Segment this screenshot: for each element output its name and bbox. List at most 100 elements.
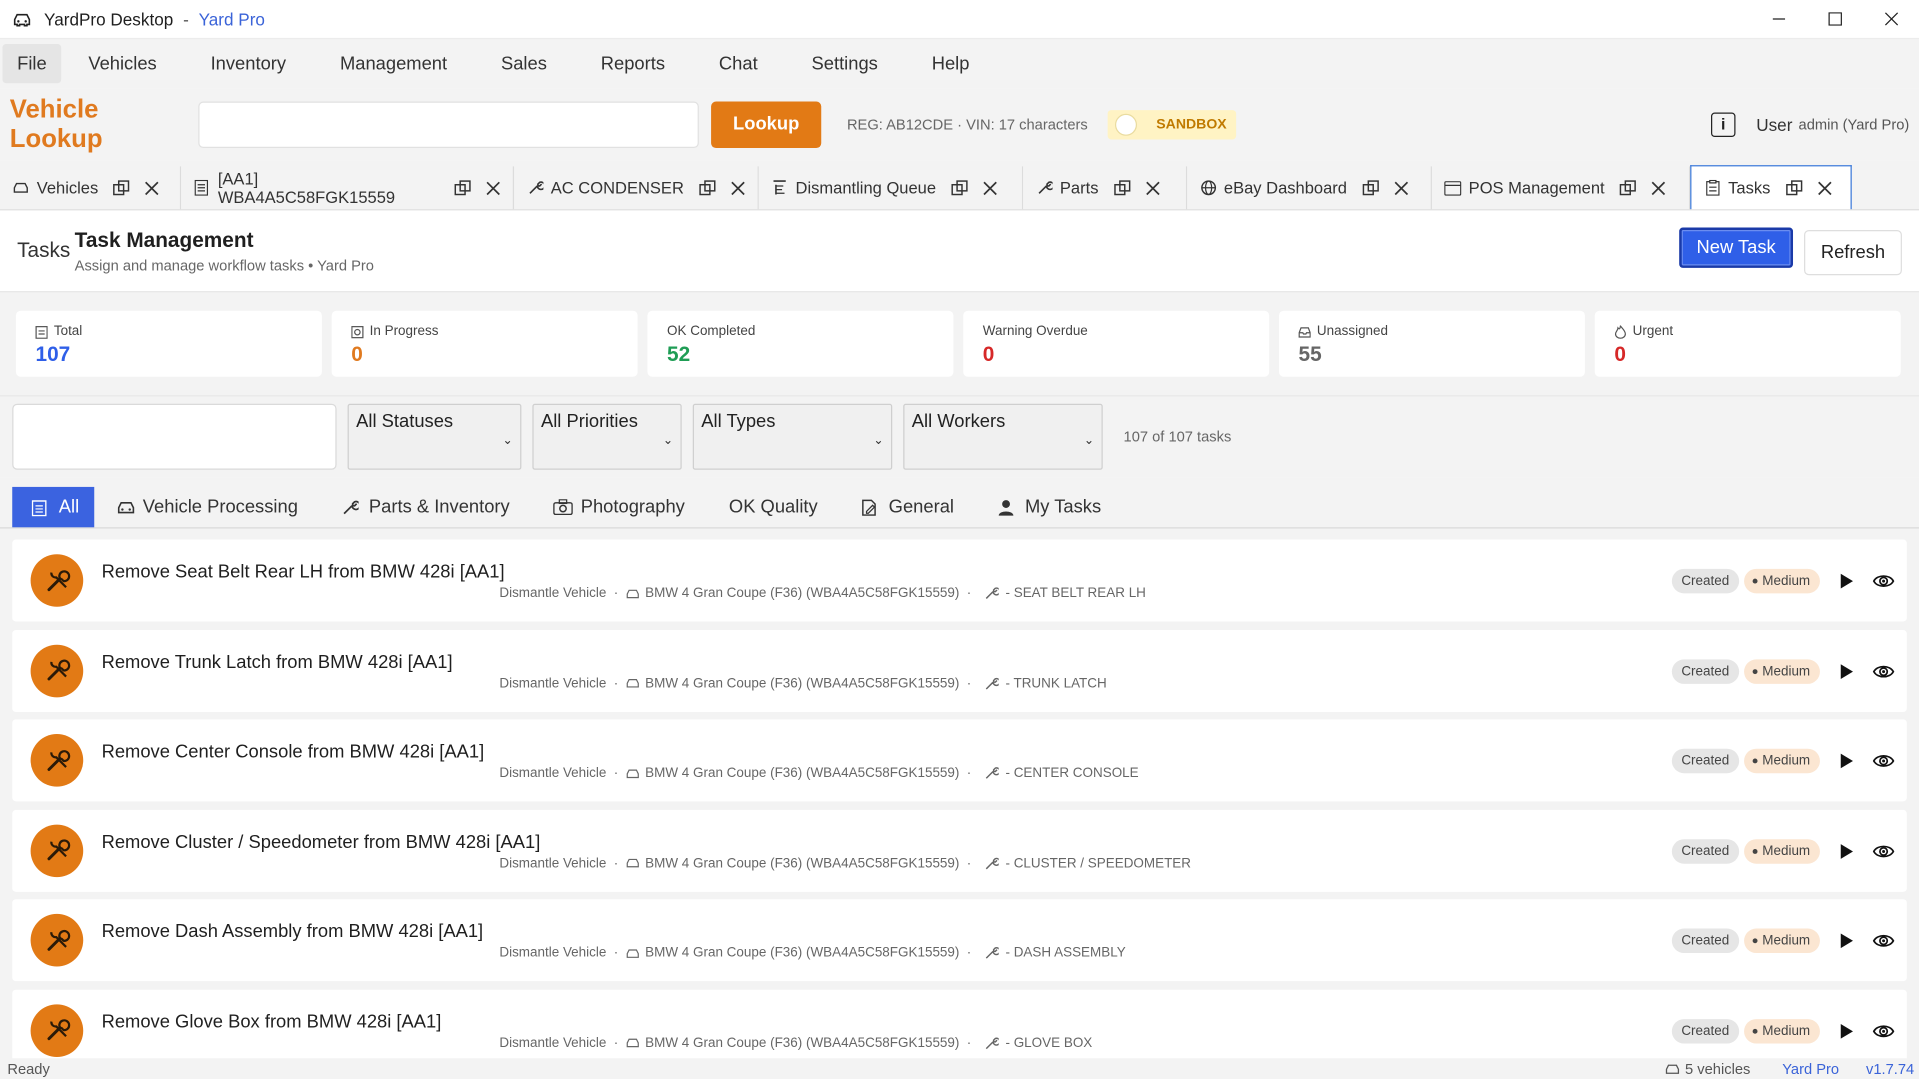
eye-icon[interactable]: [1872, 663, 1895, 680]
task-row[interactable]: Remove Glove Box from BMW 428i [AA1] Dis…: [12, 989, 1907, 1062]
sandbox-toggle[interactable]: SANDBOX: [1107, 109, 1237, 139]
menu-inventory[interactable]: Inventory: [184, 44, 313, 83]
tab-label: Tasks: [1728, 178, 1771, 197]
task-row[interactable]: Remove Seat Belt Rear LH from BMW 428i […: [12, 539, 1907, 622]
priority-filter[interactable]: All Priorities ⌄: [532, 403, 682, 470]
close-icon[interactable]: [486, 180, 501, 195]
task-search-input[interactable]: [12, 403, 337, 470]
task-title: Remove Trunk Latch from BMW 428i [AA1]: [101, 651, 453, 673]
task-row[interactable]: Remove Dash Assembly from BMW 428i [AA1]…: [12, 899, 1907, 982]
menu-management[interactable]: Management: [313, 44, 474, 83]
task-actions: Created Medium: [1671, 658, 1895, 684]
status-badge: Created: [1671, 929, 1740, 954]
copy-icon[interactable]: [113, 179, 130, 196]
menu-settings[interactable]: Settings: [785, 44, 905, 83]
type-filter[interactable]: All Types ⌄: [692, 403, 893, 470]
close-icon[interactable]: [730, 180, 745, 195]
task-row[interactable]: Remove Trunk Latch from BMW 428i [AA1] D…: [12, 629, 1907, 712]
worker-filter-value: All Workers: [911, 411, 1006, 432]
copy-icon[interactable]: [699, 179, 716, 196]
maximize-button[interactable]: [1806, 0, 1862, 38]
eye-icon[interactable]: [1872, 753, 1895, 770]
lookup-input[interactable]: [198, 100, 699, 148]
tab-tasks[interactable]: Tasks: [1690, 165, 1852, 210]
category-label: OK Quality: [728, 496, 818, 518]
close-icon[interactable]: [983, 180, 998, 195]
play-icon[interactable]: [1840, 753, 1855, 770]
play-icon[interactable]: [1840, 843, 1855, 860]
close-window-button[interactable]: [1863, 0, 1919, 38]
category-general[interactable]: General: [840, 487, 976, 527]
tab-dismantling-queue[interactable]: Dismantling Queue: [758, 166, 1024, 210]
copy-icon[interactable]: [454, 179, 471, 196]
task-type: Dismantle Vehicle: [499, 766, 607, 781]
tab-label: AC CONDENSER: [550, 178, 684, 197]
category-label: All: [58, 496, 80, 518]
task-meta: Dismantle Vehicle · BMW 4 Gran Coupe (F3…: [499, 856, 1191, 871]
wrench-icon: [985, 767, 999, 780]
menu-sales[interactable]: Sales: [474, 44, 574, 83]
category-photography[interactable]: Photography: [532, 487, 707, 527]
category-all[interactable]: All: [12, 486, 94, 528]
play-icon[interactable]: [1840, 573, 1855, 590]
category-quality[interactable]: OK Quality: [707, 487, 840, 527]
lookup-button[interactable]: Lookup: [711, 100, 822, 148]
category-vehicle-processing[interactable]: Vehicle Processing: [94, 487, 320, 527]
play-icon[interactable]: [1840, 663, 1855, 680]
meta-separator: ·: [613, 766, 619, 781]
task-meta: Dismantle Vehicle · BMW 4 Gran Coupe (F3…: [499, 766, 1138, 781]
task-avatar: [30, 1004, 84, 1057]
meta-separator: ·: [966, 766, 972, 781]
close-icon[interactable]: [1651, 180, 1666, 195]
task-part: - CENTER CONSOLE: [1005, 766, 1139, 781]
close-icon[interactable]: [145, 180, 160, 195]
info-icon[interactable]: i: [1710, 111, 1736, 137]
menu-reports[interactable]: Reports: [574, 44, 692, 83]
refresh-button[interactable]: Refresh: [1804, 229, 1902, 275]
close-icon[interactable]: [1817, 180, 1832, 195]
minimize-button[interactable]: [1750, 0, 1806, 38]
task-meta: Dismantle Vehicle · BMW 4 Gran Coupe (F3…: [499, 586, 1146, 601]
close-icon[interactable]: [1145, 180, 1160, 195]
tab-vehicles[interactable]: Vehicles: [0, 166, 182, 210]
status-badge: Created: [1671, 658, 1740, 684]
category-parts-inventory[interactable]: Parts & Inventory: [320, 487, 532, 527]
task-row[interactable]: Remove Center Console from BMW 428i [AA1…: [12, 719, 1907, 802]
priority-dot: [1752, 578, 1758, 584]
tab-pos-management[interactable]: POS Management: [1431, 166, 1691, 210]
task-vehicle: BMW 4 Gran Coupe (F36) (WBA4A5C58FGK1555…: [645, 766, 960, 781]
copy-icon[interactable]: [951, 179, 968, 196]
copy-icon[interactable]: [1785, 179, 1802, 196]
tab-parts[interactable]: Parts: [1023, 166, 1188, 210]
tab-ebay-dashboard[interactable]: eBay Dashboard: [1187, 166, 1432, 210]
tab-vehicle-record[interactable]: [AA1] WBA4A5C58FGK15559: [181, 166, 515, 210]
menu-help[interactable]: Help: [905, 44, 997, 83]
priority-badge: Medium: [1743, 838, 1820, 864]
task-row[interactable]: Remove Cluster / Speedometer from BMW 42…: [12, 809, 1907, 892]
eye-icon[interactable]: [1872, 1023, 1895, 1040]
copy-icon[interactable]: [1362, 179, 1379, 196]
menu-file[interactable]: File: [2, 44, 62, 84]
eye-icon[interactable]: [1872, 933, 1895, 950]
status-filter[interactable]: All Statuses ⌄: [347, 403, 522, 470]
meta-separator: ·: [966, 1036, 972, 1051]
tab-label: eBay Dashboard: [1223, 178, 1347, 197]
play-icon[interactable]: [1840, 1023, 1855, 1040]
worker-filter[interactable]: All Workers ⌄: [903, 403, 1103, 470]
task-content: Remove Glove Box from BMW 428i [AA1] Dis…: [102, 990, 1907, 1062]
eye-icon[interactable]: [1872, 843, 1895, 860]
task-vehicle: BMW 4 Gran Coupe (F36) (WBA4A5C58FGK1555…: [645, 586, 960, 601]
menu-vehicles[interactable]: Vehicles: [61, 44, 183, 83]
eye-icon[interactable]: [1872, 573, 1895, 590]
close-icon[interactable]: [1394, 180, 1409, 195]
copy-icon[interactable]: [1619, 179, 1636, 196]
category-my-tasks[interactable]: My Tasks: [976, 487, 1123, 527]
menu-chat[interactable]: Chat: [692, 44, 785, 83]
play-icon[interactable]: [1840, 933, 1855, 950]
task-title: Remove Glove Box from BMW 428i [AA1]: [101, 1011, 442, 1033]
copy-icon[interactable]: [1113, 179, 1130, 196]
tab-ac-condenser[interactable]: AC CONDENSER: [514, 166, 759, 210]
car-icon: [1665, 1064, 1679, 1074]
car-icon: [626, 589, 639, 598]
new-task-button[interactable]: New Task: [1679, 226, 1794, 268]
